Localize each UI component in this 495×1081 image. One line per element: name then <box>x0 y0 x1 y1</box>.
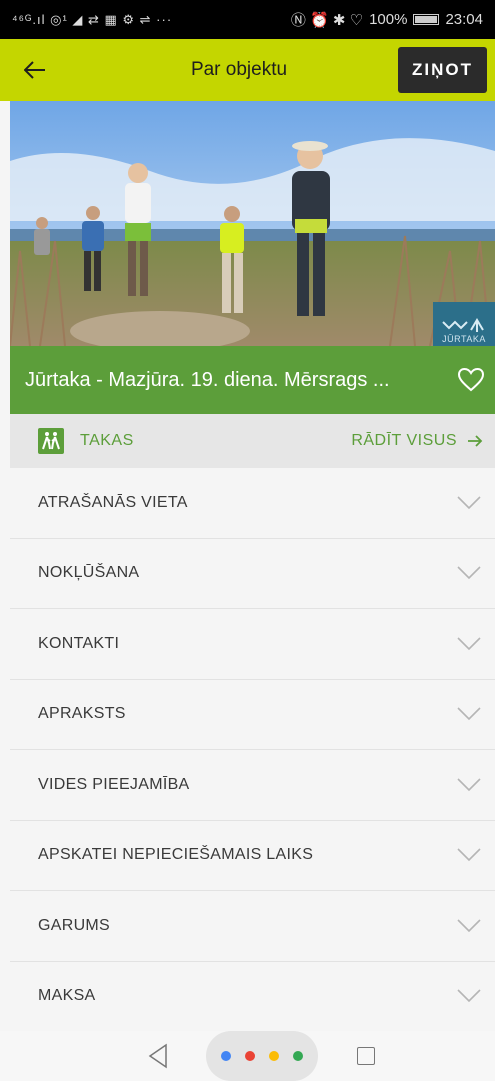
report-button[interactable]: ZIŅOT <box>398 47 487 93</box>
status-icons-left: ⁴⁶ᴳ.ıl ◎¹ ◢ ⇄ ▦ ⚙ ⇌ ··· <box>12 11 173 27</box>
arrow-left-icon <box>24 61 45 79</box>
section-list: ATRAŠANĀS VIETA NOKĻŪŠANA KONTAKTI APRAK… <box>10 468 495 1032</box>
show-all-link[interactable]: RĀDĪT VISUS <box>351 432 483 450</box>
assistant-dot-yellow <box>269 1051 279 1061</box>
section-location[interactable]: ATRAŠANĀS VIETA <box>10 468 495 539</box>
back-button[interactable] <box>0 39 70 101</box>
assistant-dot-blue <box>221 1051 231 1061</box>
section-contacts[interactable]: KONTAKTI <box>10 609 495 680</box>
assistant-dot-green <box>293 1051 303 1061</box>
section-label: ATRAŠANĀS VIETA <box>38 493 188 511</box>
system-nav-bar <box>0 1031 495 1081</box>
chevron-down-icon <box>457 989 481 1003</box>
chevron-down-icon <box>457 637 481 650</box>
object-title: Jūrtaka - Mazjūra. 19. diena. Mērsrags .… <box>25 368 390 391</box>
show-all-label: RĀDĪT VISUS <box>351 432 457 449</box>
section-visit-time[interactable]: APSKATEI NEPIECIEŠAMAIS LAIKS <box>10 820 495 891</box>
section-label: NOKĻŪŠANA <box>38 564 140 582</box>
battery-icon <box>413 14 440 25</box>
section-label: MAKSA <box>38 987 96 1005</box>
status-icons-right: Ⓝ ⏰ ✱ ♡ 100% 23:04 <box>291 9 483 30</box>
arrow-right-icon <box>468 435 483 447</box>
chevron-down-icon <box>457 496 481 509</box>
category-label: TAKAS <box>80 432 134 449</box>
nav-home-button[interactable] <box>206 1031 318 1081</box>
chevron-down-icon <box>457 919 481 932</box>
status-bar: ⁴⁶ᴳ.ıl ◎¹ ◢ ⇄ ▦ ⚙ ⇌ ··· Ⓝ ⏰ ✱ ♡ 100% 23:… <box>0 0 495 39</box>
hikers-photo <box>10 101 495 346</box>
jurtaka-logo: JŪRTAKA <box>433 302 495 346</box>
nav-back-icon[interactable] <box>147 1043 169 1069</box>
battery-percent: 100% <box>369 11 408 28</box>
section-label: APSKATEI NEPIECIEŠAMAIS LAIKS <box>38 846 314 864</box>
section-price[interactable]: MAKSA <box>10 961 495 1032</box>
chevron-down-icon <box>457 848 481 862</box>
section-label: GARUMS <box>38 916 111 934</box>
section-label: KONTAKTI <box>38 634 120 652</box>
category-row: TAKAS RĀDĪT VISUS <box>10 414 495 468</box>
section-label: VIDES PIEEJAMĪBA <box>38 775 190 793</box>
app-bar: Par objektu ZIŅOT <box>0 39 495 101</box>
chevron-down-icon <box>457 707 481 721</box>
jurtaka-logo-icon <box>442 318 484 332</box>
status-system-icons: Ⓝ ⏰ ✱ ♡ <box>290 12 364 29</box>
heart-outline-icon <box>457 367 485 392</box>
assistant-dot-red <box>245 1051 255 1061</box>
section-description[interactable]: APRAKSTS <box>10 679 495 750</box>
chevron-down-icon <box>457 778 481 791</box>
favorite-button[interactable] <box>457 366 485 394</box>
hikers-icon <box>38 428 64 454</box>
section-length[interactable]: GARUMS <box>10 891 495 962</box>
section-accessibility[interactable]: VIDES PIEEJAMĪBA <box>10 750 495 821</box>
page-title: Par objektu <box>190 59 288 80</box>
section-label: APRAKSTS <box>38 705 126 723</box>
clock: 23:04 <box>445 11 483 28</box>
jurtaka-logo-text: JŪRTAKA <box>442 334 486 344</box>
nav-recents-icon[interactable] <box>357 1047 375 1065</box>
chevron-down-icon <box>457 566 481 580</box>
hero-image[interactable]: JŪRTAKA <box>10 101 495 346</box>
object-title-band: Jūrtaka - Mazjūra. 19. diena. Mērsrags .… <box>10 346 495 414</box>
section-getting-there[interactable]: NOKĻŪŠANA <box>10 538 495 609</box>
